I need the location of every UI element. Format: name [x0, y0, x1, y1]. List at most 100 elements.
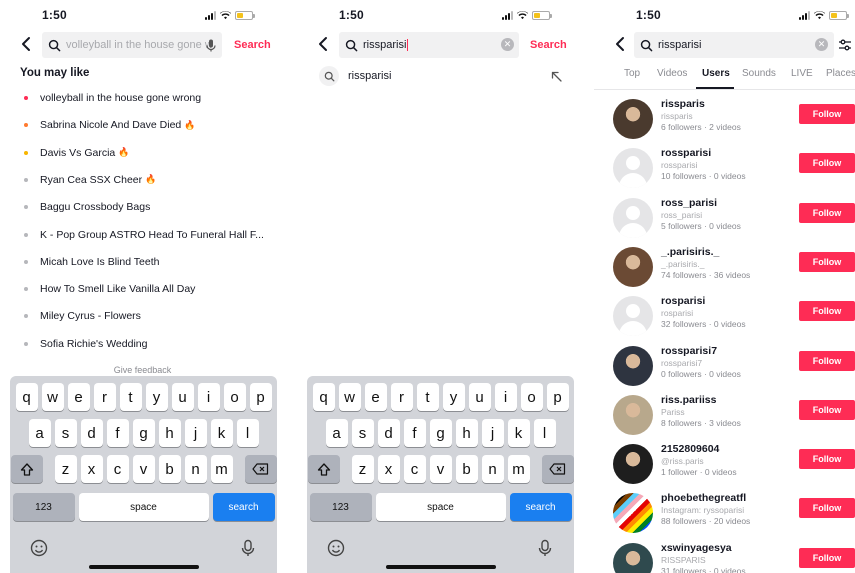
- letter-key[interactable]: v: [132, 455, 155, 483]
- user-avatar[interactable]: [613, 444, 653, 485]
- shift-icon[interactable]: [307, 455, 340, 483]
- search-button[interactable]: Search: [234, 39, 271, 51]
- search-key[interactable]: search: [212, 493, 275, 521]
- tab-places[interactable]: Places: [826, 68, 855, 79]
- backspace-icon[interactable]: [541, 455, 574, 483]
- letter-key[interactable]: i: [494, 383, 517, 411]
- letter-key[interactable]: n: [184, 455, 207, 483]
- letter-key[interactable]: b: [158, 455, 181, 483]
- back-arrow-icon[interactable]: [614, 36, 626, 52]
- space-key[interactable]: space: [78, 493, 209, 521]
- microphone-icon[interactable]: [206, 39, 216, 52]
- give-feedback-link[interactable]: Give feedback: [0, 365, 285, 375]
- user-result-row[interactable]: _.parisiris._ _.parisiris._ 74 followers ·…: [594, 244, 855, 290]
- filter-icon[interactable]: [838, 38, 852, 52]
- letter-key[interactable]: u: [468, 383, 491, 411]
- clear-input-icon[interactable]: ✕: [815, 38, 828, 51]
- follow-button[interactable]: Follow: [799, 498, 855, 519]
- suggestion-item[interactable]: Micah Love Is Blind Teeth: [24, 256, 159, 268]
- user-avatar[interactable]: [613, 542, 653, 573]
- search-button[interactable]: Search: [530, 39, 567, 51]
- letter-key[interactable]: j: [184, 419, 207, 447]
- user-avatar[interactable]: [613, 99, 653, 139]
- letter-key[interactable]: z: [54, 455, 77, 483]
- follow-button[interactable]: Follow: [799, 202, 855, 223]
- search-input[interactable]: rissparisi ✕: [634, 32, 834, 58]
- search-input[interactable]: volleyball in the house gone w: [42, 32, 222, 58]
- follow-button[interactable]: Follow: [799, 399, 855, 420]
- search-suggestion-item[interactable]: rissparisi: [319, 66, 562, 86]
- letter-key[interactable]: m: [507, 455, 530, 483]
- letter-key[interactable]: x: [80, 455, 103, 483]
- follow-button[interactable]: Follow: [799, 153, 855, 174]
- tab-users[interactable]: Users: [702, 68, 730, 79]
- letter-key[interactable]: k: [507, 419, 530, 447]
- user-avatar[interactable]: [613, 246, 653, 287]
- user-result-row[interactable]: rosparisi rosparisi 32 followers · 0 video…: [594, 293, 855, 339]
- letter-key[interactable]: q: [312, 383, 335, 411]
- letter-key[interactable]: t: [119, 383, 142, 411]
- suggestion-item[interactable]: K - Pop Group ASTRO Head To Funeral Hall…: [24, 229, 264, 241]
- follow-button[interactable]: Follow: [799, 547, 855, 568]
- letter-key[interactable]: l: [533, 419, 556, 447]
- user-result-row[interactable]: 2152809604 @riss.paris 1 follower · 0 vide…: [594, 441, 855, 487]
- follow-button[interactable]: Follow: [799, 350, 855, 371]
- letter-key[interactable]: h: [455, 419, 478, 447]
- follow-button[interactable]: Follow: [799, 301, 855, 322]
- letter-key[interactable]: r: [390, 383, 413, 411]
- fill-query-arrow-icon[interactable]: [551, 71, 562, 82]
- letter-key[interactable]: w: [41, 383, 64, 411]
- letter-key[interactable]: v: [429, 455, 452, 483]
- suggestion-item[interactable]: Sabrina Nicole And Dave Died 🔥: [24, 119, 195, 131]
- user-result-row[interactable]: rissparis rissparis 6 followers · 2 videos…: [594, 96, 855, 142]
- letter-key[interactable]: a: [325, 419, 348, 447]
- letter-key[interactable]: d: [377, 419, 400, 447]
- letter-key[interactable]: w: [338, 383, 361, 411]
- tab-live[interactable]: LIVE: [791, 68, 813, 79]
- clear-input-icon[interactable]: ✕: [501, 38, 514, 51]
- user-avatar[interactable]: [613, 296, 653, 337]
- letter-key[interactable]: g: [429, 419, 452, 447]
- tab-top[interactable]: Top: [624, 68, 640, 79]
- letter-key[interactable]: p: [249, 383, 272, 411]
- numbers-key[interactable]: 123: [309, 493, 372, 521]
- letter-key[interactable]: m: [210, 455, 233, 483]
- user-result-row[interactable]: ross_parisi ross_parisi 5 followers · 0 vi…: [594, 195, 855, 241]
- letter-key[interactable]: s: [54, 419, 77, 447]
- follow-button[interactable]: Follow: [799, 104, 855, 124]
- letter-key[interactable]: p: [546, 383, 569, 411]
- letter-key[interactable]: k: [210, 419, 233, 447]
- letter-key[interactable]: c: [106, 455, 129, 483]
- numbers-key[interactable]: 123: [12, 493, 75, 521]
- suggestion-item[interactable]: How To Smell Like Vanilla All Day: [24, 283, 195, 295]
- letter-key[interactable]: d: [80, 419, 103, 447]
- letter-key[interactable]: f: [403, 419, 426, 447]
- user-avatar[interactable]: [613, 197, 653, 238]
- search-key[interactable]: search: [509, 493, 572, 521]
- emoji-icon[interactable]: [30, 539, 48, 557]
- back-arrow-icon[interactable]: [317, 36, 329, 52]
- suggestion-item[interactable]: Davis Vs Garcia 🔥: [24, 147, 130, 159]
- suggestion-item[interactable]: Baggu Crossbody Bags: [24, 201, 150, 213]
- emoji-icon[interactable]: [327, 539, 345, 557]
- letter-key[interactable]: q: [15, 383, 38, 411]
- user-result-row[interactable]: phoebethegreatfl Instagram: ryssoparisi 88…: [594, 490, 855, 536]
- space-key[interactable]: space: [375, 493, 506, 521]
- suggestion-item[interactable]: Sofia Richie's Wedding: [24, 338, 147, 350]
- letter-key[interactable]: y: [442, 383, 465, 411]
- suggestion-item[interactable]: Ryan Cea SSX Cheer 🔥: [24, 174, 156, 186]
- tab-sounds[interactable]: Sounds: [742, 68, 776, 79]
- user-avatar[interactable]: [613, 148, 653, 189]
- tab-videos[interactable]: Videos: [657, 68, 687, 79]
- follow-button[interactable]: Follow: [799, 449, 855, 470]
- user-avatar[interactable]: [613, 345, 653, 386]
- letter-key[interactable]: h: [158, 419, 181, 447]
- letter-key[interactable]: t: [416, 383, 439, 411]
- suggestion-item[interactable]: Miley Cyrus - Flowers: [24, 310, 141, 322]
- letter-key[interactable]: a: [28, 419, 51, 447]
- letter-key[interactable]: b: [455, 455, 478, 483]
- letter-key[interactable]: e: [67, 383, 90, 411]
- user-result-row[interactable]: rossparisi rossparisi 10 followers · 0 vid…: [594, 145, 855, 191]
- letter-key[interactable]: s: [351, 419, 374, 447]
- letter-key[interactable]: x: [377, 455, 400, 483]
